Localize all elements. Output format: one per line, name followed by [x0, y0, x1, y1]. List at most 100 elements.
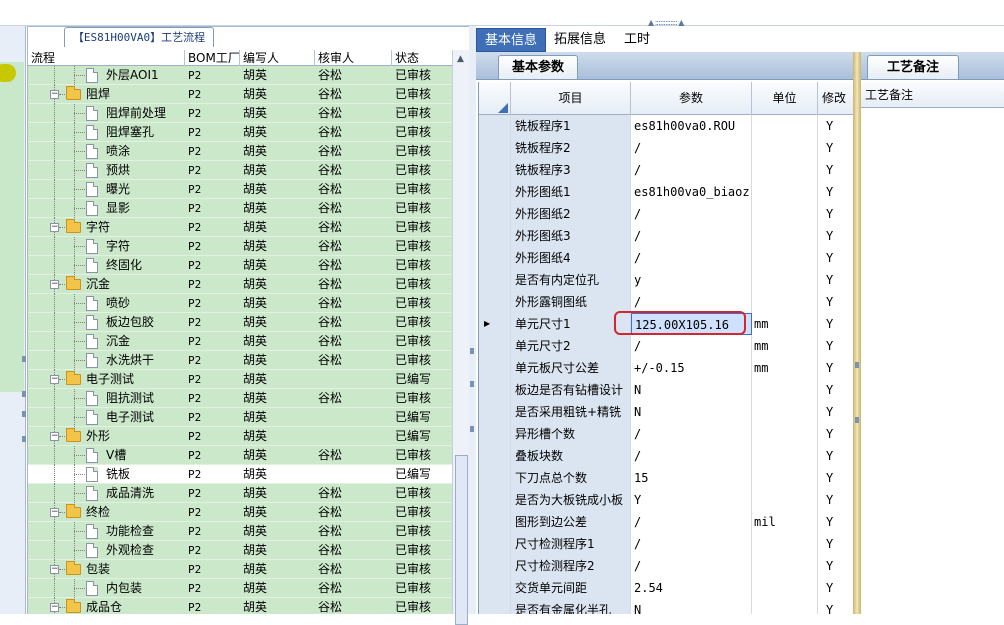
row-indicator[interactable] — [479, 423, 511, 445]
collapse-icon[interactable]: − — [50, 565, 59, 574]
grid-cell-param[interactable]: / — [631, 335, 752, 357]
grid-cell-unit[interactable] — [752, 291, 818, 313]
grid-cell-param[interactable]: / — [631, 511, 752, 533]
grid-cell-modify[interactable]: Y — [818, 599, 853, 614]
grid-row[interactable]: 铣板程序2/ Y — [479, 137, 853, 159]
grid-cell-unit[interactable] — [752, 401, 818, 423]
tree-row[interactable]: 板边包胶 P2 胡英 谷松 已审核 — [28, 313, 452, 332]
tree-row[interactable]: 字符 P2 胡英 谷松 已审核 — [28, 237, 452, 256]
row-indicator[interactable] — [479, 511, 511, 533]
col-unit[interactable]: 单位 — [752, 82, 818, 115]
tree-row[interactable]: 内包装 P2 胡英 谷松 已审核 — [28, 579, 452, 598]
grid-row[interactable]: 板边是否有钻槽设计 N Y — [479, 379, 853, 401]
tree-row[interactable]: − 成品仓 P2 胡英 谷松 已审核 — [28, 598, 452, 614]
grid-cell-param[interactable]: es81h00va0.ROU — [631, 115, 752, 137]
tree-row[interactable]: − 阻焊 P2 胡英 谷松 已审核 — [28, 85, 452, 104]
grid-cell-param[interactable]: N — [631, 379, 752, 401]
grid-cell-param[interactable]: es81h00va0_biaoz... — [631, 181, 752, 203]
grid-row[interactable]: 外形图纸4/ Y — [479, 247, 853, 269]
grid-cell-param[interactable]: / — [631, 533, 752, 555]
row-indicator[interactable]: ▶ — [479, 313, 511, 335]
row-indicator[interactable] — [479, 137, 511, 159]
tree-row[interactable]: − 终检 P2 胡英 谷松 已审核 — [28, 503, 452, 522]
tree-row[interactable]: − 包装 P2 胡英 谷松 已审核 — [28, 560, 452, 579]
tree-row[interactable]: 喷涂 P2 胡英 谷松 已审核 — [28, 142, 452, 161]
row-indicator[interactable] — [479, 335, 511, 357]
row-indicator[interactable] — [479, 467, 511, 489]
grid-cell-unit[interactable] — [752, 159, 818, 181]
collapse-icon[interactable]: − — [50, 603, 59, 612]
splitter-arrow-icon[interactable] — [470, 381, 474, 387]
grid-cell-unit[interactable]: mm — [752, 357, 818, 379]
grid-row[interactable]: ▶ 单元尺寸1 125.00X105.16 mm Y — [479, 313, 853, 335]
grid-cell-param[interactable]: N — [631, 401, 752, 423]
grid-cell-unit[interactable] — [752, 577, 818, 599]
row-indicator[interactable] — [479, 599, 511, 614]
grid-cell-unit[interactable] — [752, 247, 818, 269]
grid-row[interactable]: 铣板程序1 es81h00va0.ROU Y — [479, 115, 853, 137]
tree-row[interactable]: 阻焊塞孔 P2 胡英 谷松 已审核 — [28, 123, 452, 142]
grid-cell-modify[interactable]: Y — [818, 533, 853, 555]
tree-row[interactable]: V槽 P2 胡英 谷松 已审核 — [28, 446, 452, 465]
tab-work-hours[interactable]: 工时 — [616, 28, 658, 52]
grid-cell-modify[interactable]: Y — [818, 159, 853, 181]
grid-corner[interactable] — [479, 82, 511, 115]
row-indicator[interactable] — [479, 225, 511, 247]
grid-cell-modify[interactable]: Y — [818, 247, 853, 269]
grid-cell-unit[interactable] — [752, 203, 818, 225]
splitter-arrow-icon[interactable] — [22, 411, 26, 417]
process-tree-tab[interactable]: 【ES81H00VA0】工艺流程 — [64, 27, 214, 47]
splitter-arrow-icon[interactable] — [855, 362, 859, 368]
col-bom[interactable]: BOM工厂 — [185, 50, 240, 66]
col-process[interactable]: 流程 — [28, 50, 185, 66]
tree-row[interactable]: 显影 P2 胡英 谷松 已审核 — [28, 199, 452, 218]
grid-cell-param[interactable]: / — [631, 159, 752, 181]
grid-row[interactable]: 尺寸检测程序1/ Y — [479, 533, 853, 555]
col-author[interactable]: 编写人 — [240, 50, 315, 66]
grid-cell-param[interactable]: / — [631, 225, 752, 247]
row-indicator[interactable] — [479, 445, 511, 467]
row-indicator[interactable] — [479, 533, 511, 555]
col-param[interactable]: 参数 — [631, 82, 752, 115]
grid-row[interactable]: 是否有金属化半孔 N Y — [479, 599, 853, 614]
tree-row[interactable]: 成品清洗 P2 胡英 谷松 已审核 — [28, 484, 452, 503]
splitter-arrow-icon[interactable] — [470, 426, 474, 432]
tree-row[interactable]: − 沉金 P2 胡英 谷松 已审核 — [28, 275, 452, 294]
tree-row[interactable]: 阻抗测试 P2 胡英 谷松 已审核 — [28, 389, 452, 408]
grid-row[interactable]: 交货单元间距 2.54 Y — [479, 577, 853, 599]
grid-cell-param[interactable]: 15 — [631, 467, 752, 489]
grid-cell-modify[interactable]: Y — [818, 291, 853, 313]
grid-cell-param[interactable]: / — [631, 203, 752, 225]
grid-cell-param[interactable]: / — [631, 423, 752, 445]
grid-cell-unit[interactable] — [752, 467, 818, 489]
tree-row[interactable]: − 电子测试 P2 胡英 已编写 — [28, 370, 452, 389]
tree-row[interactable]: − 字符 P2 胡英 谷松 已审核 — [28, 218, 452, 237]
splitter-arrow-icon[interactable] — [470, 348, 474, 354]
grid-cell-unit[interactable] — [752, 137, 818, 159]
row-indicator[interactable] — [479, 379, 511, 401]
grid-cell-param[interactable]: / — [631, 137, 752, 159]
collapse-icon[interactable]: − — [50, 375, 59, 384]
row-indicator[interactable] — [479, 269, 511, 291]
collapse-icon[interactable]: − — [50, 508, 59, 517]
grid-cell-param[interactable]: N — [631, 599, 752, 614]
grid-cell-param[interactable]: 2.54 — [631, 577, 752, 599]
splitter-arrow-icon[interactable] — [855, 417, 859, 423]
grid-cell-unit[interactable] — [752, 489, 818, 511]
row-indicator[interactable] — [479, 577, 511, 599]
grid-cell-modify[interactable]: Y — [818, 137, 853, 159]
grid-cell-modify[interactable]: Y — [818, 445, 853, 467]
grid-cell-modify[interactable]: Y — [818, 313, 853, 335]
row-indicator[interactable] — [479, 203, 511, 225]
tree-row[interactable]: 外观检查 P2 胡英 谷松 已审核 — [28, 541, 452, 560]
row-indicator[interactable] — [479, 401, 511, 423]
grid-cell-unit[interactable] — [752, 181, 818, 203]
grid-row[interactable]: 铣板程序3/ Y — [479, 159, 853, 181]
grid-cell-param[interactable]: Y — [631, 489, 752, 511]
tree-row[interactable]: − 外形 P2 胡英 已编写 — [28, 427, 452, 446]
tree-scrollbar[interactable]: ▲ — [452, 50, 469, 625]
splitter-gripper[interactable]: ▲ ::::::::::::: ▲ — [648, 19, 704, 27]
grid-row[interactable]: 是否为大板铣成小板 Y Y — [479, 489, 853, 511]
grid-row[interactable]: 是否采用粗铣+精铣 N Y — [479, 401, 853, 423]
scroll-thumb[interactable] — [455, 455, 468, 625]
